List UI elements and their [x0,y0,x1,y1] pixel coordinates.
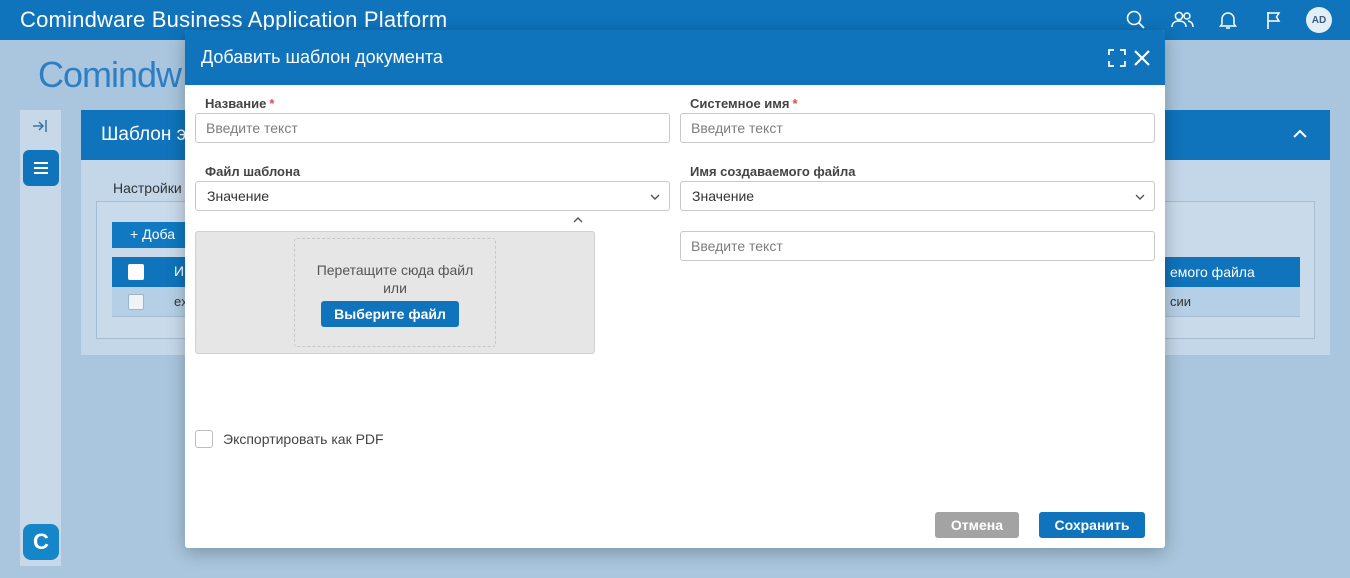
name-input[interactable] [195,113,670,143]
table-header-cell: емого файла [1170,264,1255,280]
table-header-cell: И [174,263,185,279]
export-pdf-label[interactable]: Экспортировать как PDF [223,431,384,447]
chevron-up-icon[interactable] [1292,126,1308,142]
output-file-name-select-value: Значение [692,188,755,204]
dialog-header: Добавить шаблон документа [185,30,1165,85]
template-file-select-value: Значение [207,188,270,204]
system-name-label-text: Системное имя [690,96,790,111]
chevron-up-icon[interactable] [572,213,584,225]
chevron-down-icon [1134,190,1146,202]
export-pdf-row: Экспортировать как PDF [195,430,384,448]
file-dropzone[interactable]: Перетащите сюда файл или Выберите файл [195,231,595,354]
maximize-icon[interactable] [1107,48,1127,68]
save-button[interactable]: Сохранить [1039,512,1145,538]
dropzone-or: или [383,280,407,296]
name-label-text: Название [205,96,267,111]
system-name-input[interactable] [680,113,1155,143]
background-panel-title: Шаблон э [101,124,187,145]
required-marker: * [792,96,798,111]
choose-file-button[interactable]: Выберите файл [321,301,459,327]
users-icon[interactable] [1168,6,1196,34]
product-logo[interactable]: C [23,524,59,560]
table-cell: сии [1170,294,1192,309]
output-file-name-input[interactable] [680,231,1155,261]
cancel-button[interactable]: Отмена [935,512,1019,538]
dropzone-text: Перетащите сюда файл или [295,261,495,297]
dialog-title: Добавить шаблон документа [201,47,443,67]
name-label: Название * [205,96,274,111]
brand-logo: Comindw [38,54,182,96]
export-pdf-checkbox[interactable] [195,430,213,448]
close-icon[interactable] [1132,48,1152,68]
brand-logo-text: Comindw [38,54,182,95]
template-file-select[interactable]: Значение [195,181,670,211]
avatar[interactable]: AD [1306,7,1332,33]
select-all-checkbox[interactable] [128,264,144,280]
required-marker: * [269,96,275,111]
menu-icon[interactable] [23,150,59,186]
left-rail: C [20,110,61,566]
template-file-label: Файл шаблона [205,164,301,179]
dropzone-target[interactable]: Перетащите сюда файл или Выберите файл [294,238,496,347]
dropzone-hint: Перетащите сюда файл [316,262,474,278]
bell-icon[interactable] [1214,6,1242,34]
flag-icon[interactable] [1260,6,1288,34]
output-file-name-label: Имя создаваемого файла [690,164,856,179]
add-document-template-dialog: Добавить шаблон документа Название* Сист… [185,30,1165,548]
row-checkbox[interactable] [128,294,144,310]
chevron-down-icon [649,190,661,202]
system-name-label: Системное имя * [690,96,798,111]
expand-sidebar-icon[interactable] [28,118,52,140]
output-file-name-select[interactable]: Значение [680,181,1155,211]
tab-settings[interactable]: Настройки [113,180,182,196]
